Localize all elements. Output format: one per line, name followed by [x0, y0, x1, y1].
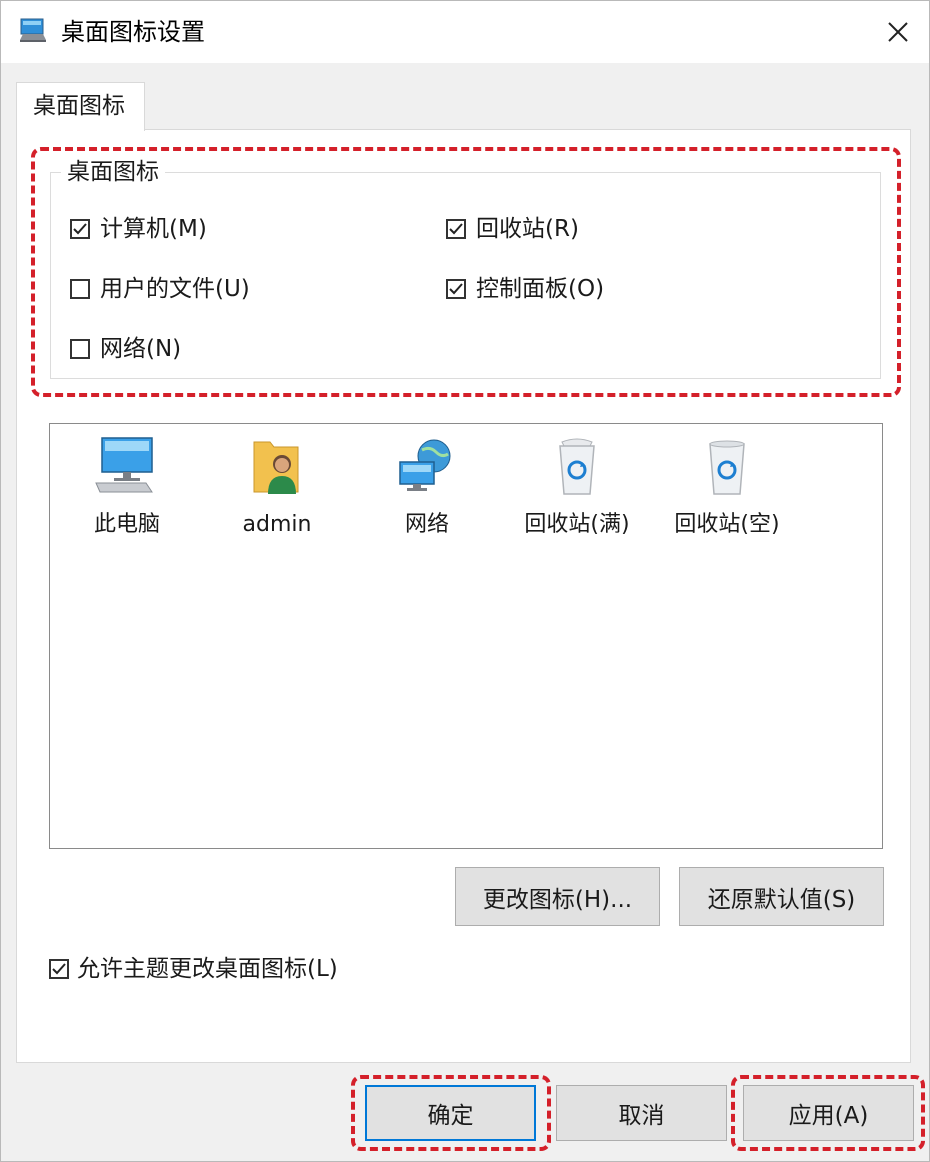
desktop-settings-icon [20, 18, 46, 42]
checkbox-recycle-bin[interactable]: 回收站(R) [446, 212, 579, 246]
icon-item-recycle-bin-empty[interactable]: 回收站(空) [652, 436, 802, 540]
checkbox-label: 回收站(R) [476, 216, 579, 242]
checkbox-box[interactable] [70, 279, 90, 299]
ok-button[interactable]: 确定 [365, 1085, 536, 1141]
recycle-bin-full-icon [559, 438, 595, 495]
icon-list[interactable]: 此电脑 admin 网络 回收站(满) 回收站(空) [49, 423, 883, 849]
checkbox-network[interactable]: 网络(N) [70, 332, 181, 366]
checkmark-icon [73, 223, 87, 235]
checkmark-icon [449, 283, 463, 295]
recycle-bin-empty-icon [709, 440, 745, 495]
change-icon-button[interactable]: 更改图标(H)... [455, 867, 660, 926]
checkbox-box[interactable] [70, 339, 90, 359]
tab-label: 桌面图标 [33, 93, 125, 119]
checkbox-box[interactable] [70, 219, 90, 239]
icon-label: 网络 [404, 512, 449, 537]
checkbox-box[interactable] [49, 959, 69, 979]
checkbox-control-panel[interactable]: 控制面板(O) [446, 272, 604, 306]
user-folder-icon [253, 441, 299, 494]
checkbox-label: 网络(N) [100, 336, 182, 362]
icon-item-admin[interactable]: admin [202, 436, 352, 540]
desktop-icon-settings-dialog: 桌面图标设置 桌面图标 桌面图标 计算机(M) 回收站(R) 用户的文件(U) [0, 0, 930, 1162]
icon-item-this-pc[interactable]: 此电脑 [52, 436, 202, 540]
icon-item-recycle-bin-full[interactable]: 回收站(满) [502, 436, 652, 540]
checkbox-allow-themes[interactable]: 允许主题更改桌面图标(L) [49, 952, 338, 986]
icon-label: 回收站(满) [524, 512, 630, 537]
checkbox-label: 允许主题更改桌面图标(L) [77, 956, 338, 982]
apply-button[interactable]: 应用(A) [743, 1085, 914, 1141]
window-title: 桌面图标设置 [61, 18, 205, 46]
title-bar[interactable]: 桌面图标设置 [1, 1, 929, 63]
checkbox-box[interactable] [446, 219, 466, 239]
checkmark-icon [52, 963, 66, 975]
checkbox-computer[interactable]: 计算机(M) [70, 212, 207, 246]
checkbox-box[interactable] [446, 279, 466, 299]
close-icon [888, 22, 908, 42]
checkbox-label: 控制面板(O) [476, 276, 605, 302]
computer-icon [95, 437, 153, 493]
tab-desktop-icons[interactable]: 桌面图标 [16, 82, 145, 131]
restore-default-button[interactable]: 还原默认值(S) [679, 867, 884, 926]
icon-label: 回收站(空) [674, 512, 780, 537]
icon-label: admin [242, 512, 312, 537]
checkmark-icon [449, 223, 463, 235]
group-legend: 桌面图标 [61, 156, 165, 188]
checkbox-label: 计算机(M) [100, 216, 207, 242]
checkbox-label: 用户的文件(U) [100, 276, 250, 302]
icon-item-network[interactable]: 网络 [352, 436, 502, 540]
icon-label: 此电脑 [93, 512, 160, 537]
checkbox-user-files[interactable]: 用户的文件(U) [70, 272, 250, 306]
network-icon [399, 439, 451, 491]
close-button[interactable] [867, 1, 929, 63]
cancel-button[interactable]: 取消 [556, 1085, 727, 1141]
